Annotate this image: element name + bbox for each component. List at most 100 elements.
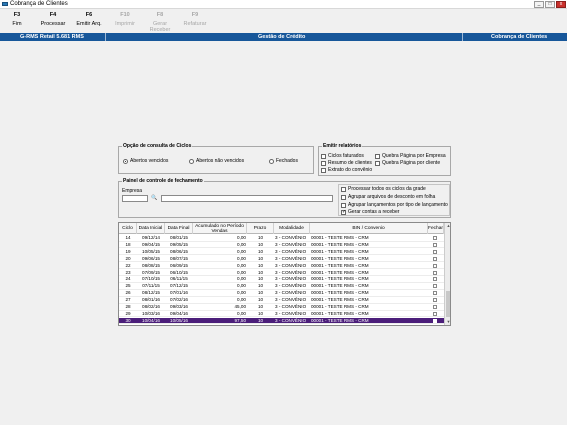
cell-acumulado: 0,00 bbox=[237, 262, 246, 268]
radio-icon bbox=[269, 158, 274, 164]
fechar-checkbox[interactable] bbox=[433, 270, 437, 275]
table-row[interactable]: 24 07/10/15 06/11/15 0,00 10 3 - CONVÊNIO 0000… bbox=[119, 276, 444, 283]
col-bin-convenio[interactable]: BIN / Convenio bbox=[310, 223, 428, 234]
radio-abertos-nao-vencidos[interactable]: Abertos não vencidos bbox=[189, 158, 244, 164]
painel-groupbox: Painel de controle de fechamento Empresa… bbox=[118, 178, 451, 218]
table-row[interactable]: 27 08/01/16 07/02/16 0,00 10 3 - CONVÊNIO 0000… bbox=[119, 297, 444, 304]
minimize-button[interactable]: _ bbox=[534, 1, 544, 8]
check-agrupar-lancamentos[interactable]: Agrupar lançamentos por tipo de lançamen… bbox=[341, 202, 448, 208]
table-row[interactable]: 28 08/02/16 09/03/16 45,00 10 3 - CONVÊNIO 000… bbox=[119, 304, 444, 311]
table-row[interactable]: 20 09/06/15 08/07/15 0,00 10 3 - CONVÊNIO 0000… bbox=[119, 256, 444, 263]
table-row[interactable]: 25 07/11/15 07/12/15 0,00 10 3 - CONVÊNIO 0000… bbox=[119, 283, 444, 290]
table-row[interactable]: 23 07/09/15 06/10/15 0,00 10 3 - CONVÊNIO 0000… bbox=[119, 269, 444, 276]
check-processar-todos[interactable]: Processar todos os ciclos da grade bbox=[341, 186, 426, 192]
cell-ciclo: 20 bbox=[125, 255, 131, 261]
cell-modalidade: 3 - CONVÊNIO bbox=[275, 283, 307, 289]
cell-prazo: 10 bbox=[257, 241, 264, 247]
search-icon[interactable]: 🔍 bbox=[151, 195, 157, 201]
fechar-checkbox[interactable] bbox=[433, 291, 437, 296]
function-toolbar: F3 Fim F4 Processar F6 Emitir Arq. F10 Impri… bbox=[0, 9, 567, 33]
check-resumo-clientes[interactable]: Resumo de clientes bbox=[321, 160, 372, 166]
fechar-checkbox[interactable] bbox=[433, 311, 437, 316]
fim-button[interactable]: F3 Fim bbox=[2, 12, 32, 27]
cell-ciclo: 28 bbox=[125, 304, 131, 309]
cell-data-final: 10/05/16 bbox=[170, 317, 188, 323]
fechar-checkbox[interactable] bbox=[433, 236, 437, 240]
cell-bin: 00001 - TESTE RMS - CRM bbox=[311, 241, 369, 247]
cell-acumulado: 0,00 bbox=[237, 297, 246, 303]
checkbox-icon bbox=[321, 167, 326, 173]
cell-data-inicial: 08/01/16 bbox=[142, 297, 160, 303]
painel-options: Processar todos os ciclos da grade Agrup… bbox=[338, 184, 450, 216]
emitir-arq-button[interactable]: F6 Emitir Arq. bbox=[74, 12, 104, 27]
fim-label: Fim bbox=[12, 21, 22, 27]
cell-prazo: 10 bbox=[257, 269, 264, 275]
fechar-checkbox[interactable] bbox=[433, 277, 437, 282]
cell-modalidade: 3 - CONVÊNIO bbox=[275, 262, 307, 268]
app-icon bbox=[2, 2, 8, 6]
gerar-receber-button[interactable]: F8 Gerar Receber bbox=[145, 12, 175, 33]
cell-data-final: 08/06/15 bbox=[170, 248, 188, 254]
check-extrato-convenio[interactable]: Extrato do convênio bbox=[321, 167, 372, 173]
scroll-thumb[interactable] bbox=[446, 291, 450, 317]
cell-bin: 00001 - TESTE RMS - CRM bbox=[311, 304, 369, 309]
fechar-checkbox[interactable] bbox=[433, 256, 437, 261]
relatorios-groupbox: Emitir relatórios Ciclos faturados Resum… bbox=[318, 143, 451, 176]
fechar-checkbox[interactable] bbox=[433, 305, 437, 309]
table-row[interactable]: 22 08/08/15 06/09/15 0,00 10 3 - CONVÊNIO 0000… bbox=[119, 263, 444, 270]
fechar-checkbox[interactable] bbox=[433, 242, 437, 247]
radio-abertos-vencidos[interactable]: Abertos vencidos bbox=[123, 158, 168, 164]
col-acumulado-vendas[interactable]: Acumulado no Período Vendas bbox=[193, 223, 247, 234]
check-ciclos-faturados[interactable]: Ciclos faturados bbox=[321, 153, 364, 159]
checkbox-icon bbox=[341, 202, 346, 208]
scroll-down-icon[interactable]: ▼ bbox=[445, 319, 450, 325]
table-row[interactable]: 30 10/04/16 10/05/16 97,50 10 3 - CONVÊNIO 000… bbox=[119, 317, 444, 325]
empresa-code-input[interactable] bbox=[122, 195, 148, 202]
cell-data-final: 08/07/15 bbox=[170, 255, 188, 261]
relatorios-title: Emitir relatórios bbox=[322, 143, 363, 149]
check-agrupar-desconto[interactable]: Agrupar arquivos de desconto em folha bbox=[341, 194, 435, 200]
checkbox-label: Agrupar arquivos de desconto em folha bbox=[348, 194, 436, 200]
cell-data-inicial: 09/06/15 bbox=[142, 255, 160, 261]
maximize-button[interactable]: □ bbox=[545, 1, 555, 8]
fechar-checkbox[interactable] bbox=[433, 284, 437, 289]
grid-scrollbar[interactable]: ▲ ▼ bbox=[444, 223, 450, 325]
grid-header: Ciclo Data Inicial Data Final Acumulado … bbox=[119, 223, 444, 234]
cell-ciclo: 25 bbox=[125, 283, 131, 289]
fechar-checkbox[interactable] bbox=[433, 298, 437, 303]
col-modalidade[interactable]: Modalidade bbox=[274, 223, 310, 234]
cell-data-inicial: 09/04/15 bbox=[142, 241, 160, 247]
table-row[interactable]: 19 10/05/15 08/06/15 0,00 10 3 - CONVÊNIO 0000… bbox=[119, 249, 444, 256]
check-quebra-empresa[interactable]: Quebra Página por Empresa bbox=[375, 153, 446, 159]
check-quebra-cliente[interactable]: Quebra Página por cliente bbox=[375, 160, 440, 166]
empresa-label: Empresa bbox=[122, 188, 143, 194]
cell-acumulado: 45,00 bbox=[234, 304, 247, 309]
close-button[interactable]: x bbox=[556, 1, 566, 8]
cell-ciclo: 22 bbox=[125, 262, 131, 268]
checkbox-icon bbox=[375, 153, 380, 159]
col-data-inicial[interactable]: Data Inicial bbox=[137, 223, 165, 234]
check-gerar-contas[interactable]: Gerar contas a receber bbox=[341, 209, 399, 215]
col-data-final[interactable]: Data Final bbox=[165, 223, 193, 234]
empresa-name-input[interactable] bbox=[161, 195, 333, 202]
processar-button[interactable]: F4 Processar bbox=[38, 12, 68, 27]
fechar-checkbox[interactable] bbox=[433, 249, 437, 254]
cell-data-final: 07/02/16 bbox=[170, 297, 188, 303]
col-ciclo[interactable]: Ciclo bbox=[119, 223, 137, 234]
col-prazo[interactable]: Prazo bbox=[247, 223, 274, 234]
table-row[interactable]: 14 09/12/14 08/01/15 0,00 10 3 - CONVÊNIO 0000… bbox=[119, 235, 444, 242]
radio-fechados[interactable]: Fechados bbox=[269, 158, 298, 164]
table-row[interactable]: 26 08/12/15 07/01/16 0,00 10 3 - CONVÊNIO 0000… bbox=[119, 290, 444, 297]
imprimir-button[interactable]: F10 Imprimir bbox=[110, 12, 140, 27]
table-row[interactable]: 18 09/04/15 09/05/15 0,00 10 3 - CONVÊNIO 0000… bbox=[119, 242, 444, 249]
table-row[interactable]: 29 10/03/16 09/04/16 0,00 10 3 - CONVÊNIO 0000… bbox=[119, 311, 444, 318]
cell-modalidade: 3 - CONVÊNIO bbox=[275, 304, 307, 309]
fechar-checkbox[interactable] bbox=[433, 263, 437, 268]
window-title: Cobrança de Clientes bbox=[10, 1, 68, 7]
scroll-up-icon[interactable]: ▲ bbox=[445, 223, 450, 229]
fechar-checkbox[interactable] bbox=[433, 318, 437, 323]
checkbox-label: Resumo de clientes bbox=[328, 160, 372, 166]
refaturar-button[interactable]: F9 Refaturar bbox=[180, 12, 210, 27]
cell-ciclo: 24 bbox=[125, 276, 131, 282]
col-fechar[interactable]: Fechar bbox=[428, 223, 444, 234]
